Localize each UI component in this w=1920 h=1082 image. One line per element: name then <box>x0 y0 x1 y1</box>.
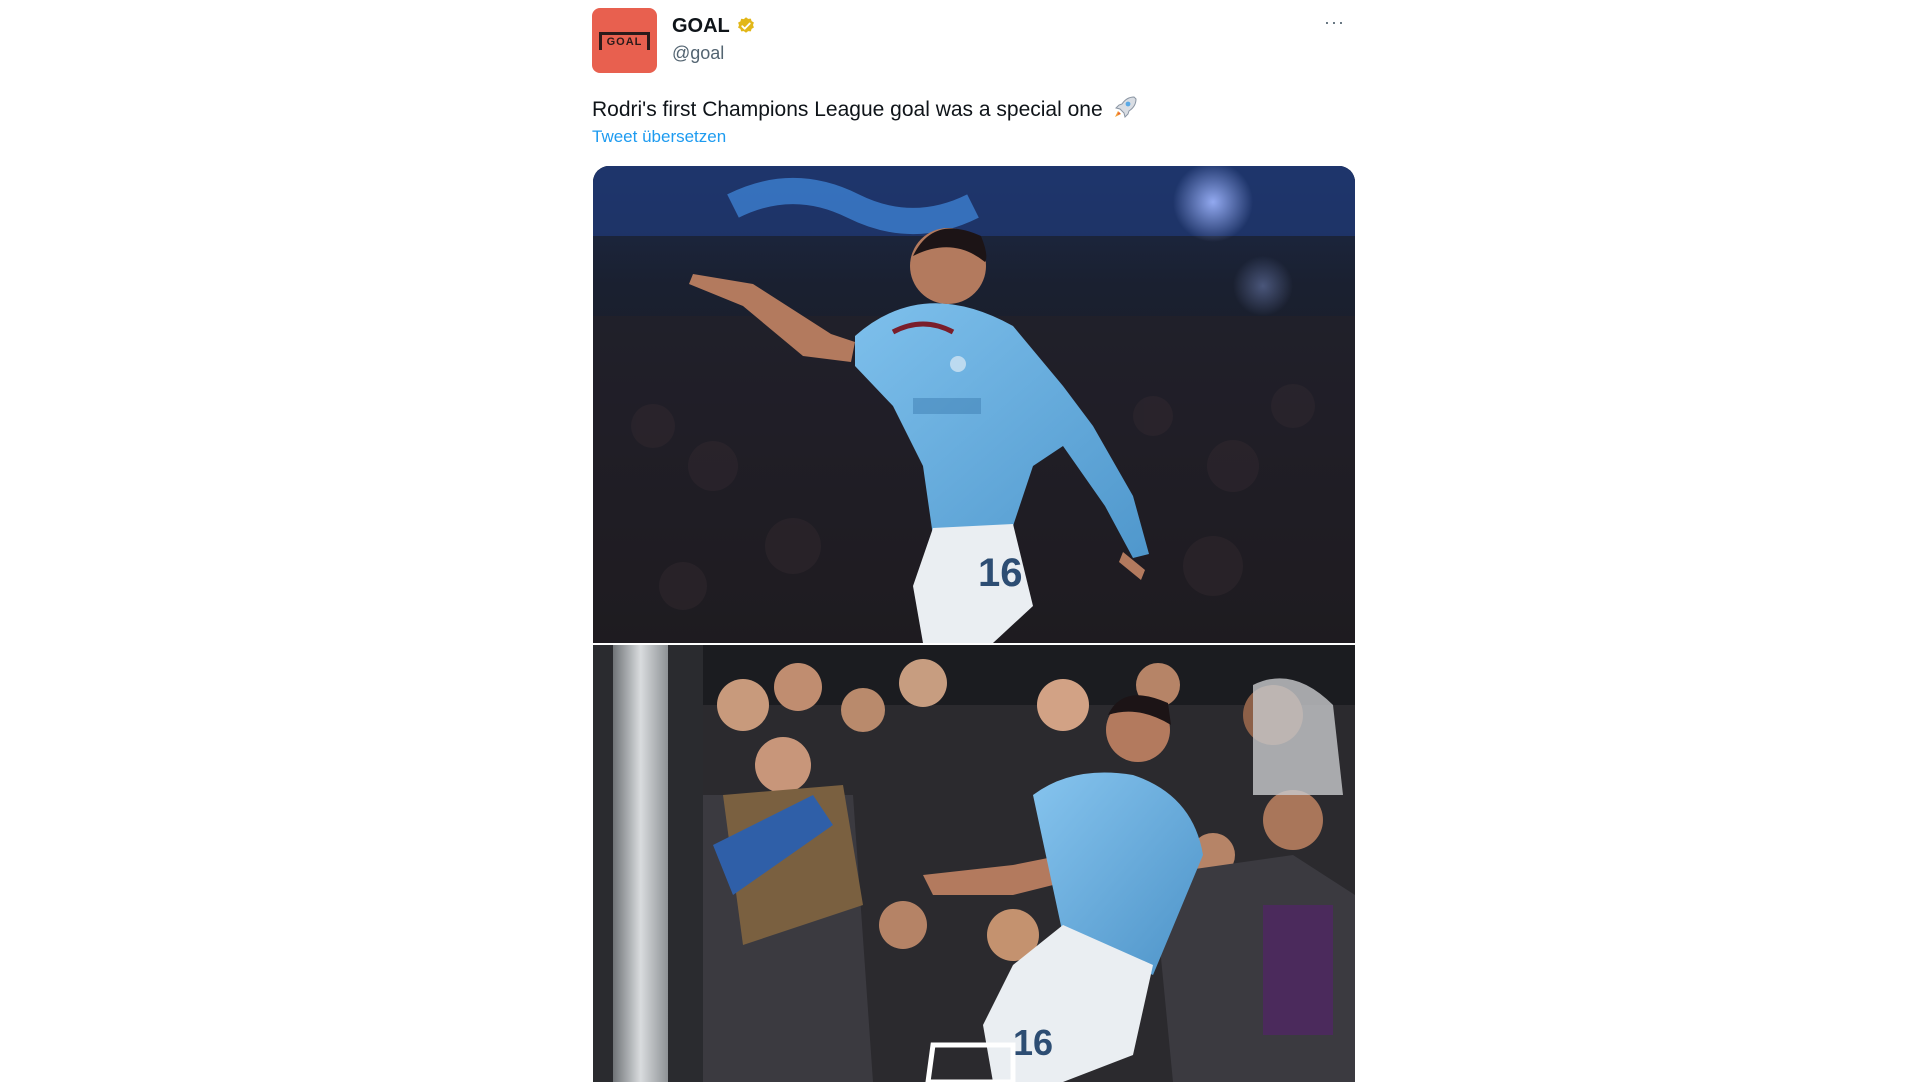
photo-celebration-pointing: 16 <box>593 166 1355 643</box>
goal-logo-text: GOAL <box>606 36 643 48</box>
rocket-icon <box>1115 96 1137 118</box>
avatar[interactable]: GOAL <box>592 8 657 73</box>
display-name[interactable]: GOAL <box>672 14 730 38</box>
tweet-photo-2[interactable]: 16 <box>593 645 1355 1082</box>
photo-celebration-crowd: 16 <box>593 645 1355 1082</box>
user-handle[interactable]: @goal <box>672 42 724 64</box>
more-options-icon[interactable]: ··· <box>1324 12 1345 33</box>
translate-tweet-link[interactable]: Tweet übersetzen <box>592 127 726 147</box>
tweet-media-grid[interactable]: 16 16 <box>593 166 1355 1082</box>
tweet-card: GOAL GOAL @goal ··· Rodri's first Champi… <box>592 0 1355 1082</box>
verified-badge-icon <box>738 17 754 33</box>
tweet-text-content: Rodri's first Champions League goal was … <box>592 98 1103 121</box>
tweet-text: Rodri's first Champions League goal was … <box>592 94 1138 124</box>
jersey-number-2: 16 <box>1013 1022 1053 1063</box>
jersey-number-1: 16 <box>978 551 1023 595</box>
tweet-photo-1[interactable]: 16 <box>593 166 1355 643</box>
